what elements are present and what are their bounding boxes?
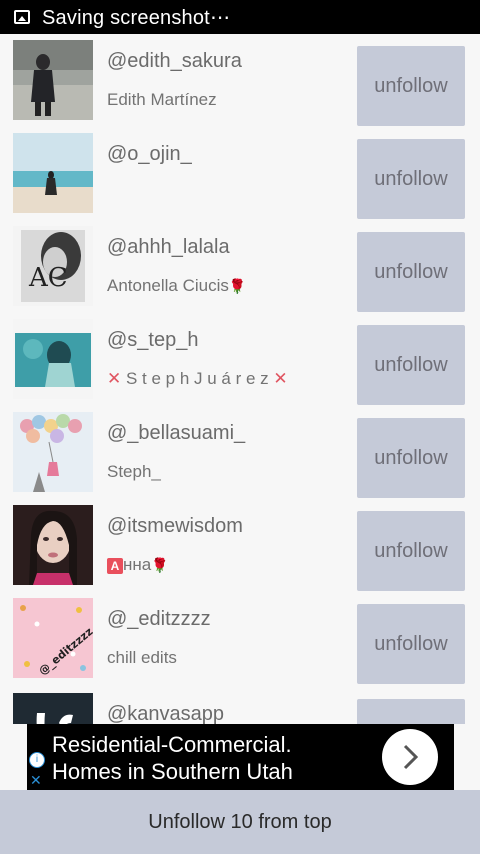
rose-icon: 🌹 bbox=[228, 278, 247, 294]
avatar[interactable]: AC bbox=[13, 226, 93, 306]
list-item: @_bellasuami_ Steph_ unfollow bbox=[0, 406, 480, 499]
avatar[interactable] bbox=[13, 133, 93, 213]
status-text: Saving screenshot⋯ bbox=[42, 6, 231, 29]
username[interactable]: @itsmewisdom bbox=[107, 515, 243, 538]
list-item: AC @ahhh_lalala Antonella Ciucis🌹 unfoll… bbox=[0, 220, 480, 313]
unfollow-button[interactable]: unfollow bbox=[357, 232, 465, 312]
list-item: @kanvasapp bbox=[0, 685, 480, 724]
ad-banner[interactable]: Residential-Commercial. Homes in Souther… bbox=[27, 724, 454, 790]
cross-icon: ✕ bbox=[273, 369, 288, 388]
cross-icon: ✕ bbox=[107, 369, 122, 388]
unfollow-button[interactable]: unfollow bbox=[357, 46, 465, 126]
avatar[interactable] bbox=[13, 40, 93, 120]
status-bar: Saving screenshot⋯ bbox=[0, 0, 480, 34]
username[interactable]: @o_ojin_ bbox=[107, 143, 192, 166]
unfollow-button[interactable]: unfollow bbox=[357, 418, 465, 498]
rose-icon: 🌹 bbox=[151, 557, 169, 573]
close-icon[interactable]: ✕ bbox=[30, 772, 42, 789]
info-icon[interactable]: i bbox=[29, 752, 45, 768]
avatar[interactable] bbox=[13, 505, 93, 585]
avatar[interactable] bbox=[13, 693, 93, 724]
list-item: @edith_sakura Edith Martínez unfollow bbox=[0, 34, 480, 127]
unfollow-button[interactable]: unfollow bbox=[357, 139, 465, 219]
avatar[interactable]: @_editzzzz bbox=[13, 598, 93, 678]
list-item: @o_ojin_ unfollow bbox=[0, 127, 480, 220]
unfollow-top-ten-button[interactable]: Unfollow 10 from top bbox=[0, 790, 480, 854]
username[interactable]: @_editzzzz bbox=[107, 608, 211, 631]
image-icon bbox=[14, 10, 30, 24]
display-name: Steph_ bbox=[107, 462, 161, 481]
display-name: Edith Martínez bbox=[107, 90, 217, 109]
display-name: ✕ S t e p h J u á r e z ✕ bbox=[107, 369, 288, 388]
username[interactable]: @edith_sakura bbox=[107, 50, 242, 73]
unfollow-button[interactable]: unfollow bbox=[357, 511, 465, 591]
unfollow-button[interactable] bbox=[357, 699, 465, 724]
list-item: @_editzzzz @_editzzzz chill edits unfoll… bbox=[0, 592, 480, 685]
display-name: chill edits bbox=[107, 648, 177, 667]
username[interactable]: @s_tep_h bbox=[107, 329, 198, 352]
ad-headline-1[interactable]: Residential-Commercial. bbox=[52, 732, 292, 758]
avatar[interactable] bbox=[13, 319, 93, 399]
a-button-icon: A bbox=[107, 557, 123, 574]
list-item: @s_tep_h ✕ S t e p h J u á r e z ✕ unfol… bbox=[0, 313, 480, 406]
display-name: Aнна🌹 bbox=[107, 555, 169, 575]
svg-text:AC: AC bbox=[28, 263, 68, 293]
list-item: @itsmewisdom Aнна🌹 unfollow bbox=[0, 499, 480, 592]
display-name: Antonella Ciucis🌹 bbox=[107, 276, 247, 295]
username[interactable]: @kanvasapp bbox=[107, 703, 224, 724]
username[interactable]: @_bellasuami_ bbox=[107, 422, 245, 445]
ad-arrow-button[interactable] bbox=[382, 729, 438, 785]
ad-headline-2[interactable]: Homes in Southern Utah bbox=[52, 759, 293, 785]
unfollow-button[interactable]: unfollow bbox=[357, 325, 465, 405]
username[interactable]: @ahhh_lalala bbox=[107, 236, 230, 259]
avatar[interactable] bbox=[13, 412, 93, 492]
unfollow-button[interactable]: unfollow bbox=[357, 604, 465, 684]
following-list[interactable]: @edith_sakura Edith Martínez unfollow @o… bbox=[0, 34, 480, 724]
chevron-right-icon bbox=[403, 744, 419, 770]
